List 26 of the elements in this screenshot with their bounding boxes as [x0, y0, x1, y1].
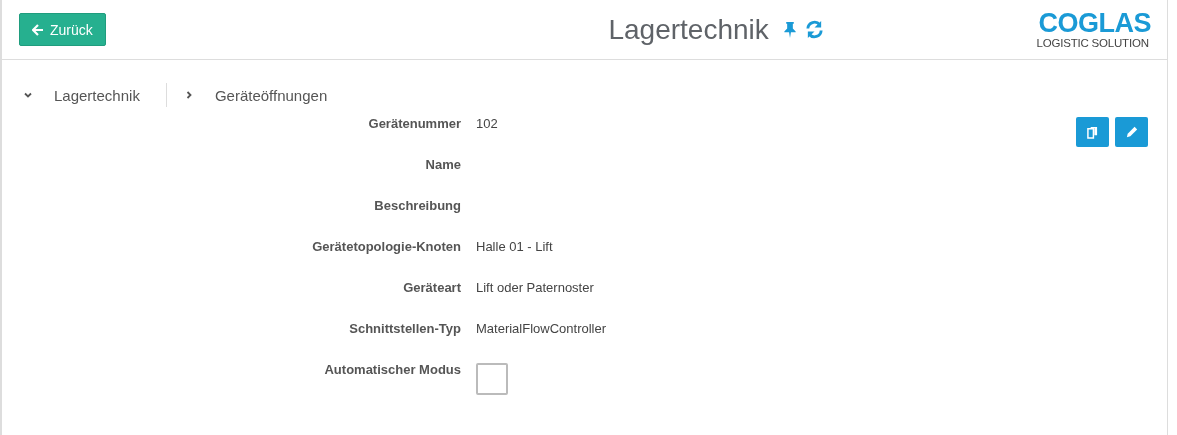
field-value: MaterialFlowController [476, 320, 607, 338]
chevron-down-icon[interactable] [24, 91, 32, 99]
field-label: Gerätenummer [367, 115, 462, 133]
refresh-icon[interactable] [804, 20, 824, 39]
field-label: Geräteart [402, 279, 462, 297]
field-label: Schnittstellen-Typ [348, 320, 462, 338]
field-value: 102 [476, 115, 498, 133]
copy-icon [1087, 125, 1098, 139]
field-label: Gerätetopologie-Knoten [311, 238, 462, 256]
breadcrumb-item[interactable]: Lagertechnik [54, 86, 140, 104]
logo-wordmark: COGLAS [1038, 9, 1151, 36]
field-label: Name [424, 156, 462, 174]
pencil-icon [1125, 126, 1138, 138]
chevron-right-icon[interactable] [184, 91, 193, 99]
breadcrumb-item[interactable]: Geräteöffnungen [214, 86, 328, 104]
field-value: Halle 01 - Lift [476, 238, 553, 256]
field-label: Beschreibung [373, 197, 462, 215]
field-label: Automatischer Modus [323, 361, 462, 379]
copy-button[interactable] [1076, 117, 1109, 147]
checkbox[interactable] [476, 363, 508, 395]
edit-button[interactable] [1115, 117, 1148, 147]
field-value: Lift oder Paternoster [476, 279, 594, 297]
page-title: Lagertechnik [608, 13, 769, 46]
pin-icon[interactable] [782, 21, 797, 38]
logo-tagline: LOGISTIC SOLUTION [1036, 35, 1149, 50]
arrow-left-icon [32, 23, 44, 36]
